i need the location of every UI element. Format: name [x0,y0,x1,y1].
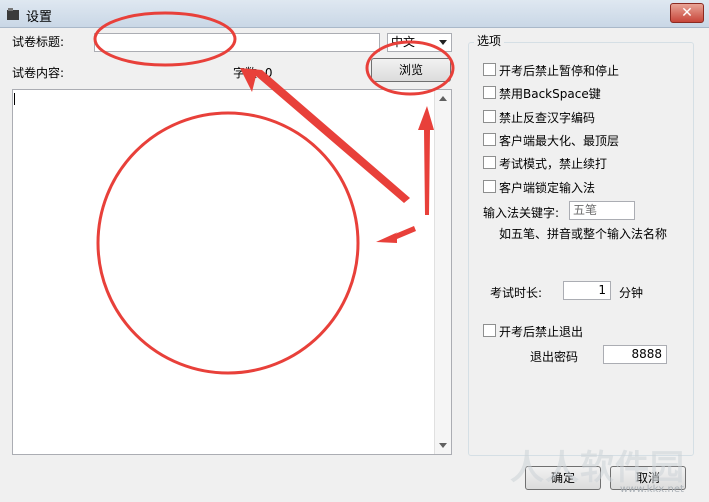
checkbox-label: 禁用BackSpace键 [499,87,601,101]
checkbox-forbid-lookup[interactable] [483,110,496,123]
ime-keyword-label: 输入法关键字: [483,206,560,220]
checkbox-disable-backspace[interactable] [483,86,496,99]
content-scrollbar[interactable] [434,90,451,454]
duration-label: 考试时长: [490,286,543,300]
exit-password-input[interactable]: 8888 [603,345,667,364]
chevron-down-icon [439,40,447,45]
watermark: 人人软件园 www.kkx.net [510,440,706,500]
checkbox-forbid-pause[interactable] [483,63,496,76]
checkbox-forbid-exit[interactable] [483,324,496,337]
checkbox-label: 禁止反查汉字编码 [499,111,596,125]
duration-input[interactable]: 1 [563,281,611,300]
watermark-logo: 人人软件园 [510,448,685,488]
options-group-title: 选项 [474,32,505,49]
options-group [468,42,694,456]
checkbox-label: 考试模式，禁止续打 [499,157,608,171]
ime-keyword-input[interactable]: 五笔 [569,201,635,220]
paper-content-textarea[interactable] [12,89,452,455]
text-caret [14,93,15,105]
checkbox-maximize-topmost[interactable] [483,133,496,146]
checkbox-exam-mode[interactable] [483,156,496,169]
exit-password-label: 退出密码 [530,350,579,364]
scroll-up-icon[interactable] [439,96,447,101]
forbid-exit-label: 开考后禁止退出 [499,325,584,339]
title-label: 试卷标题: [12,35,65,49]
checkbox-label: 开考后禁止暂停和停止 [499,64,620,78]
ime-keyword-value: 五笔 [573,203,598,217]
checkbox-lock-ime[interactable] [483,180,496,193]
paper-title-input[interactable] [94,33,380,52]
checkbox-label: 客户端最大化、最顶层 [499,134,620,148]
app-icon [7,8,19,20]
browse-button[interactable]: 浏览 [371,58,451,82]
title-bar: 设置 ✕ [0,0,709,28]
ime-hint: 如五笔、拼音或整个输入法名称 [499,227,668,241]
language-select-value: 中文 [391,35,416,49]
duration-unit: 分钟 [619,286,644,300]
duration-value: 1 [598,283,606,297]
scroll-down-icon[interactable] [439,443,447,448]
checkbox-label: 客户端锁定输入法 [499,181,596,195]
language-select[interactable]: 中文 [387,33,452,52]
exit-password-value: 8888 [631,347,662,361]
word-count: 字数: 0 [233,66,273,80]
close-button[interactable]: ✕ [670,3,704,23]
content-label: 试卷内容: [12,66,65,80]
window-title: 设置 [26,10,53,25]
watermark-url: www.kkx.net [620,484,684,495]
